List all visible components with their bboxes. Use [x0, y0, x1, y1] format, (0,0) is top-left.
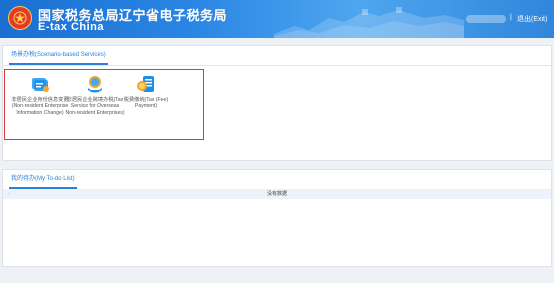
cross-border-icon [88, 76, 102, 93]
top-header: 国家税务总局辽宁省电子税务局 E-tax China | 退出(Exit) [0, 0, 554, 38]
service-label: 非居民企业跨境办税(Tax Service for Overseas Non-r… [65, 97, 125, 116]
column-marker: - [8, 191, 10, 197]
scenario-services-panel: 场景办税(Scenario-based Services) 非居民企业身份信息变… [2, 45, 552, 161]
great-wall-decoration [274, 7, 464, 38]
tab-todo-list[interactable]: 我的待办(My To-do List) [9, 170, 77, 189]
id-card-icon [32, 78, 49, 92]
services-highlight-box: 非居民企业身份信息变更(Non-resident Enterprise Info… [4, 69, 204, 140]
tax-bureau-emblem-icon [8, 6, 32, 30]
todo-panel-header: 我的待办(My To-do List) [3, 170, 551, 190]
service-label: 税费缴纳(Tax (Fee) Payment) [123, 97, 169, 110]
service-nonresident-info-change[interactable]: 非居民企业身份信息变更(Non-resident Enterprise Info… [8, 74, 72, 116]
tab-scenario-services[interactable]: 场景办税(Scenario-based Services) [9, 46, 108, 65]
scenario-panel-header: 场景办税(Scenario-based Services) [3, 46, 551, 66]
logout-link[interactable]: 退出(Exit) [517, 14, 547, 24]
empty-state-text: 没有数据 [266, 191, 287, 197]
service-label: 非居民企业身份信息变更(Non-resident Enterprise Info… [11, 97, 69, 116]
service-cross-border-tax[interactable]: 非居民企业跨境办税(Tax Service for Overseas Non-r… [65, 74, 125, 116]
todo-table-header: - 没有数据 [3, 189, 551, 199]
todo-list-panel: 我的待办(My To-do List) - 没有数据 [2, 169, 552, 267]
service-tax-payment[interactable]: 税费缴纳(Tax (Fee) Payment) [120, 74, 172, 110]
header-separator: | [510, 14, 512, 21]
user-name-badge[interactable] [466, 15, 506, 23]
payment-icon [137, 76, 154, 92]
site-title-english: E-tax China [38, 21, 105, 33]
